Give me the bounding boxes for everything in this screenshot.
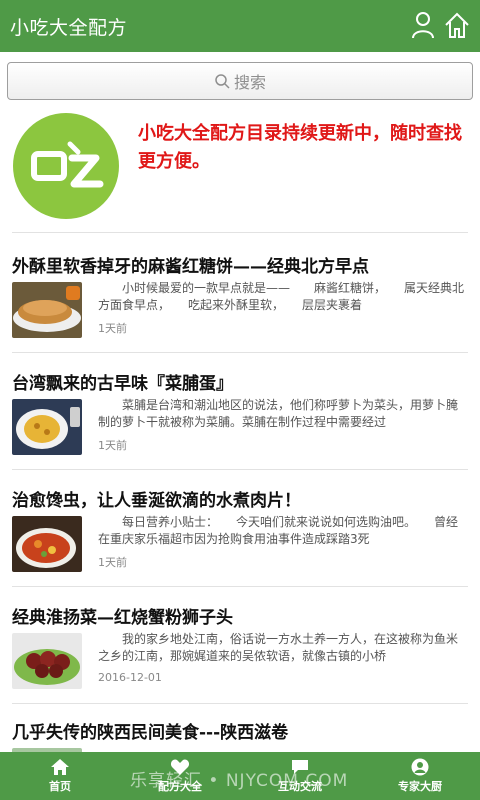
article-summary: 小时候最爱的一款早点就是—— 麻酱红糖饼， 属天经典北方面食早点， 吃起来外酥里…	[98, 281, 465, 312]
article-time: 2016-12-01	[98, 671, 162, 684]
tab-label: 配方大全	[158, 780, 202, 793]
banner-text: 小吃大全配方目录持续更新中，随时查找更方便。	[138, 123, 462, 172]
article-title: 治愈馋虫，让人垂涎欲滴的水煮肉片！	[12, 491, 301, 511]
tab-recipes[interactable]: 配方大全	[120, 752, 240, 800]
article-time: 1天前	[98, 556, 127, 569]
divider	[12, 352, 468, 353]
tab-home[interactable]: 首页	[0, 752, 120, 800]
article-summary: 每日营养小贴士： 今天咱们就来说说如何选购油吧。 曾经在重庆家乐福超市因为抢购食…	[98, 515, 459, 546]
article-title: 台湾飘来的古早味『菜脯蛋』	[12, 374, 233, 394]
search-placeholder: 搜索	[233, 73, 266, 92]
home-icon	[51, 759, 69, 775]
tab-label: 互动交流	[278, 780, 322, 793]
home-icon[interactable]	[444, 10, 470, 40]
article-thumbnail	[12, 399, 82, 455]
tab-label: 专家大厨	[398, 780, 442, 793]
search-input[interactable]: 搜索	[7, 62, 473, 100]
article-title: 几乎失传的陕西民间美食---陕西滋卷	[12, 723, 289, 743]
app-bar: 小吃大全配方	[0, 0, 480, 52]
tab-community[interactable]: 互动交流	[240, 752, 360, 800]
header-icons	[410, 10, 470, 40]
divider	[12, 586, 468, 587]
article-title: 经典淮扬菜—红烧蟹粉狮子头	[12, 608, 233, 628]
user-icon[interactable]	[410, 10, 436, 40]
article-time: 1天前	[98, 322, 127, 335]
divider	[12, 703, 468, 704]
tab-chefs[interactable]: 专家大厨	[360, 752, 480, 800]
divider	[12, 469, 468, 470]
article-summary: 我的家乡地处江南，俗话说一方水土养一方人，在这被称为鱼米之乡的江南，那婉娓道来的…	[98, 632, 459, 663]
heart-icon	[170, 759, 190, 775]
article-title: 外酥里软香掉牙的麻酱红糖饼——经典北方早点	[12, 257, 369, 277]
list-item[interactable]: 几乎失传的陕西民间美食---陕西滋卷	[0, 718, 480, 752]
article-summary: 菜脯是台湾和潮汕地区的说法，他们称呼萝卜为菜头，用萝卜腌制的萝卜干就被称为菜脯。…	[98, 398, 459, 429]
chat-icon	[292, 760, 308, 774]
article-thumbnail	[12, 282, 82, 338]
chi-logo-icon	[13, 113, 119, 219]
app-title: 小吃大全配方	[10, 16, 128, 39]
divider	[12, 232, 468, 233]
article-time: 1天前	[98, 439, 127, 452]
bottom-nav: 首页 配方大全 互动交流 专家大厨	[0, 752, 480, 800]
article-thumbnail	[12, 516, 82, 572]
search-icon	[215, 74, 230, 89]
banner: 小吃大全配方目录持续更新中，随时查找更方便。	[0, 106, 480, 230]
article-thumbnail	[12, 633, 82, 689]
user-circle-icon	[411, 758, 429, 776]
tab-label: 首页	[49, 780, 71, 793]
